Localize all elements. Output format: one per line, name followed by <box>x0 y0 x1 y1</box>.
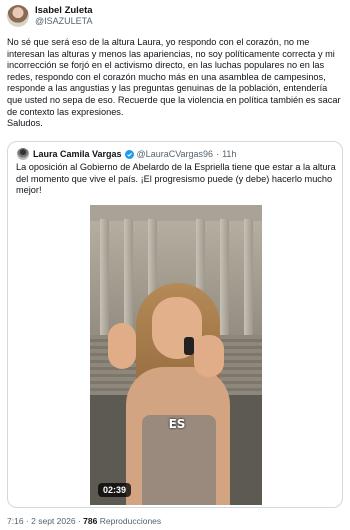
quoted-post-text: La oposición al Gobierno de Abelardo de … <box>16 162 336 196</box>
video-player[interactable]: ES 02:39 <box>90 205 262 505</box>
video-caption: ES <box>168 417 186 431</box>
quoted-post-header: Laura Camila Vargas @LauraCVargas96 · 11… <box>17 148 239 160</box>
verified-badge-icon <box>124 149 134 159</box>
microphone-icon <box>184 337 194 355</box>
post-text: No sé que será eso de la altura Laura, y… <box>7 37 345 130</box>
views-label: Reproducciones <box>99 516 162 526</box>
quoted-separator: · <box>216 149 220 159</box>
video-person-hand-right <box>194 335 224 377</box>
quoted-author-handle[interactable]: @LauraCVargas96 <box>137 149 214 159</box>
post-text-signoff: Saludos. <box>7 118 43 129</box>
post-footer: 7:16 · 2 sept 2026 · 786 Reproducciones <box>7 516 161 526</box>
post-text-paragraph: No sé que será eso de la altura Laura, y… <box>7 37 341 117</box>
views-count: 786 <box>83 516 98 526</box>
author-display-name[interactable]: Isabel Zuleta <box>35 5 93 16</box>
video-person-hand-left <box>108 323 136 369</box>
post-header: Isabel Zuleta @ISAZULETA <box>7 4 93 28</box>
post-time[interactable]: 7:16 <box>7 516 24 526</box>
quoted-post[interactable]: Laura Camila Vargas @LauraCVargas96 · 11… <box>7 141 343 508</box>
quoted-avatar[interactable] <box>17 148 29 160</box>
post-card: Isabel Zuleta @ISAZULETA No sé que será … <box>0 0 350 530</box>
video-duration-badge: 02:39 <box>98 483 132 497</box>
quoted-timestamp[interactable]: 11h <box>222 149 236 159</box>
footer-separator: · <box>77 516 81 526</box>
post-date[interactable]: 2 sept 2026 <box>31 516 75 526</box>
avatar[interactable] <box>7 5 29 27</box>
author-names: Isabel Zuleta @ISAZULETA <box>35 5 93 27</box>
footer-separator: · <box>25 516 29 526</box>
quoted-author-name[interactable]: Laura Camila Vargas <box>33 149 122 159</box>
author-handle[interactable]: @ISAZULETA <box>35 16 93 27</box>
